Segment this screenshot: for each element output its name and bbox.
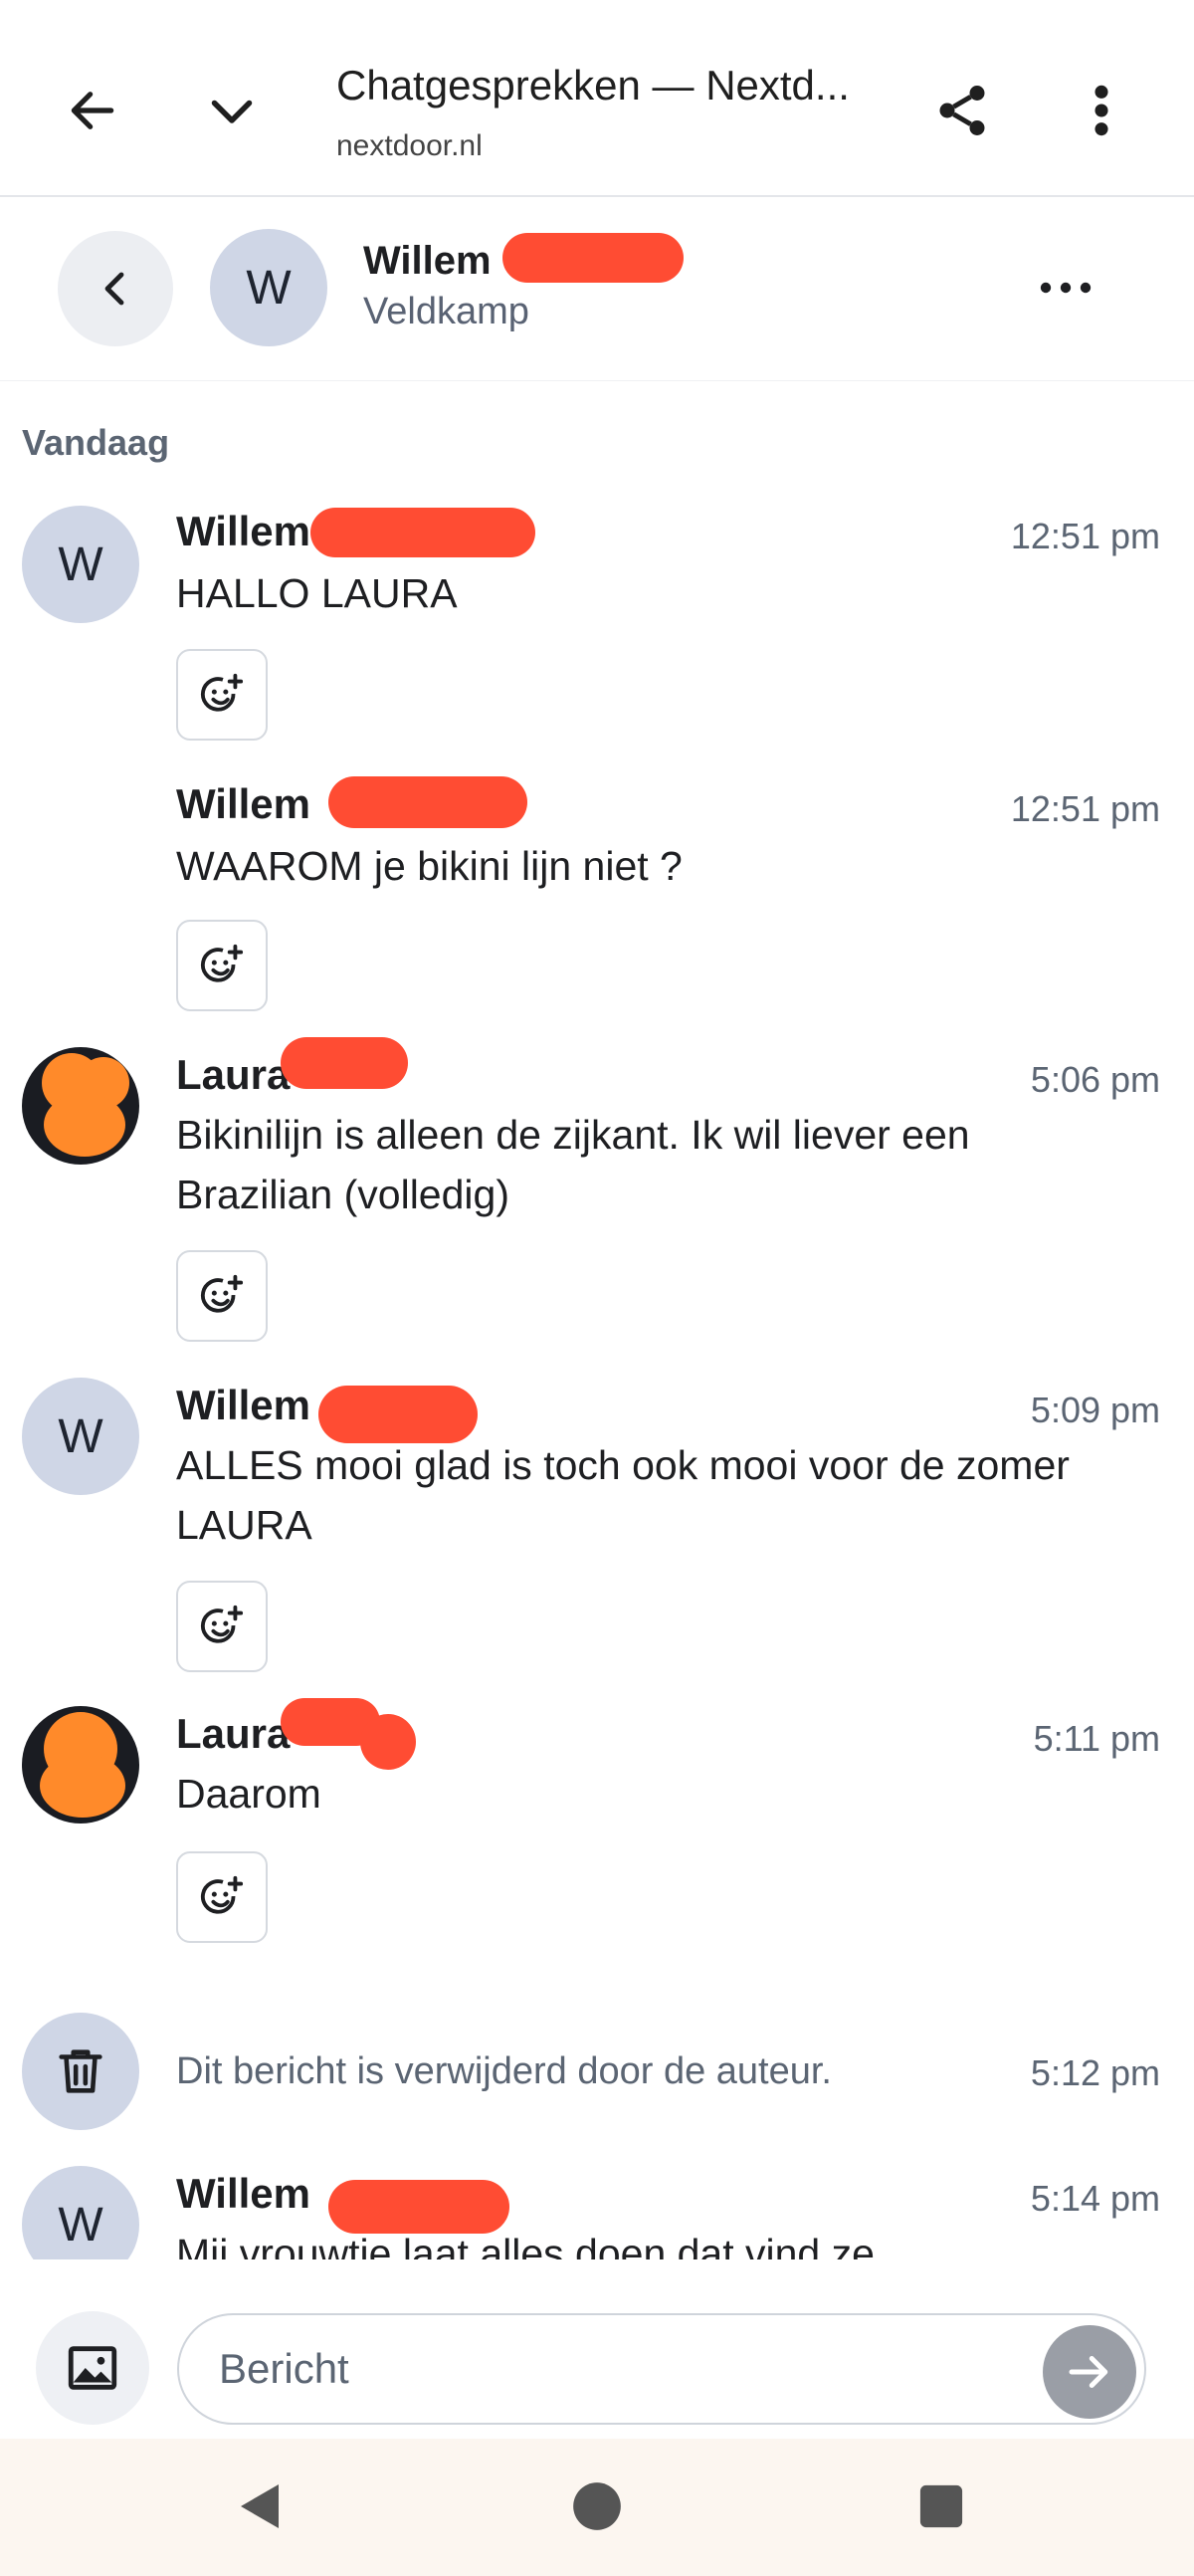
add-reaction-icon — [200, 1605, 244, 1643]
nav-home-button[interactable] — [557, 2467, 637, 2546]
add-reaction-button[interactable] — [176, 1851, 268, 1943]
message-time: 5:11 pm — [1033, 1718, 1160, 1759]
add-reaction-button[interactable] — [176, 920, 268, 1011]
add-reaction-button[interactable] — [176, 1250, 268, 1342]
message-time: 12:51 pm — [1010, 516, 1160, 556]
redaction-mark — [281, 1037, 408, 1089]
chevron-down-icon — [211, 100, 253, 123]
message-text: Mij vrouwtje laat alles doen dat vind ze — [176, 2231, 875, 2259]
nav-home-icon — [573, 2482, 621, 2530]
more-horizontal-icon — [1040, 282, 1092, 294]
page-url: nextdoor.nl — [336, 129, 483, 162]
image-icon — [68, 2346, 117, 2390]
send-button[interactable] — [1043, 2325, 1136, 2419]
message-text: ALLES mooi glad is toch ook mooi voor de… — [176, 1442, 1070, 1548]
nav-recents-icon — [919, 2484, 963, 2528]
message-text: HALLO LAURA — [176, 570, 458, 616]
message-sender: Laura — [176, 1710, 291, 1757]
message-time: 5:09 pm — [1030, 1390, 1160, 1430]
contact-location: Veldkamp — [363, 291, 529, 332]
message-time: 5:12 pm — [1030, 2052, 1160, 2093]
share-icon — [939, 86, 985, 135]
message-input[interactable] — [177, 2313, 1146, 2425]
deleted-message-text: Dit bericht is verwijderd door de auteur… — [176, 2050, 832, 2092]
add-reaction-icon — [200, 673, 244, 712]
add-reaction-button[interactable] — [176, 1581, 268, 1672]
deleted-message-avatar — [22, 2013, 139, 2130]
sender-avatar[interactable] — [22, 1047, 139, 1165]
message-time: 5:06 pm — [1030, 1059, 1160, 1100]
add-reaction-icon — [200, 1274, 244, 1313]
add-reaction-button[interactable] — [176, 649, 268, 741]
message-sender: Laura — [176, 1051, 291, 1098]
contact-name: Willem — [363, 239, 492, 283]
back-arrow-icon — [71, 92, 114, 129]
more-vertical-icon — [1094, 85, 1108, 136]
redaction-mark — [310, 508, 535, 557]
contact-avatar[interactable]: W — [210, 229, 327, 346]
message-sender: Willem — [176, 508, 310, 554]
page-title: Chatgesprekken — Nextd... — [336, 62, 850, 108]
message-sender: Willem — [176, 1382, 310, 1428]
sender-avatar[interactable]: W — [22, 1378, 139, 1495]
nav-back-button[interactable] — [219, 2467, 298, 2546]
sender-avatar[interactable] — [22, 1706, 139, 1824]
redaction-mark — [502, 233, 684, 283]
date-separator: Vandaag — [22, 422, 170, 463]
chat-options-button[interactable] — [1021, 243, 1110, 332]
trash-icon — [59, 2049, 102, 2093]
message-text-clip: Mij vrouwtje laat alles doen dat vind ze — [176, 2224, 1072, 2259]
message-time: 12:51 pm — [1010, 788, 1160, 829]
share-button[interactable] — [917, 66, 1007, 155]
message-time: 5:14 pm — [1030, 2178, 1160, 2219]
chat-back-button[interactable] — [58, 231, 173, 346]
send-arrow-icon — [1069, 2356, 1108, 2388]
attach-image-button[interactable] — [36, 2311, 149, 2425]
chat-header — [0, 197, 1194, 381]
message-sender: Willem — [176, 2170, 310, 2217]
nav-recents-button[interactable] — [901, 2467, 981, 2546]
browser-back-button[interactable] — [48, 66, 137, 155]
message-text: WAAROM je bikini lijn niet ? — [176, 843, 683, 889]
browser-menu-button[interactable] — [1057, 66, 1146, 155]
collapse-button[interactable] — [187, 66, 277, 155]
sender-avatar[interactable]: W — [22, 506, 139, 623]
message-sender: Willem — [176, 780, 310, 827]
add-reaction-icon — [200, 1875, 244, 1914]
redaction-mark — [328, 776, 527, 828]
message-text: Bikinilijn is alleen de zijkant. Ik wil … — [176, 1112, 970, 1217]
redaction-mark — [360, 1714, 416, 1770]
chevron-left-icon — [104, 272, 124, 306]
nav-back-icon — [241, 2484, 279, 2528]
add-reaction-icon — [200, 944, 244, 982]
message-text: Daarom — [176, 1771, 321, 1817]
